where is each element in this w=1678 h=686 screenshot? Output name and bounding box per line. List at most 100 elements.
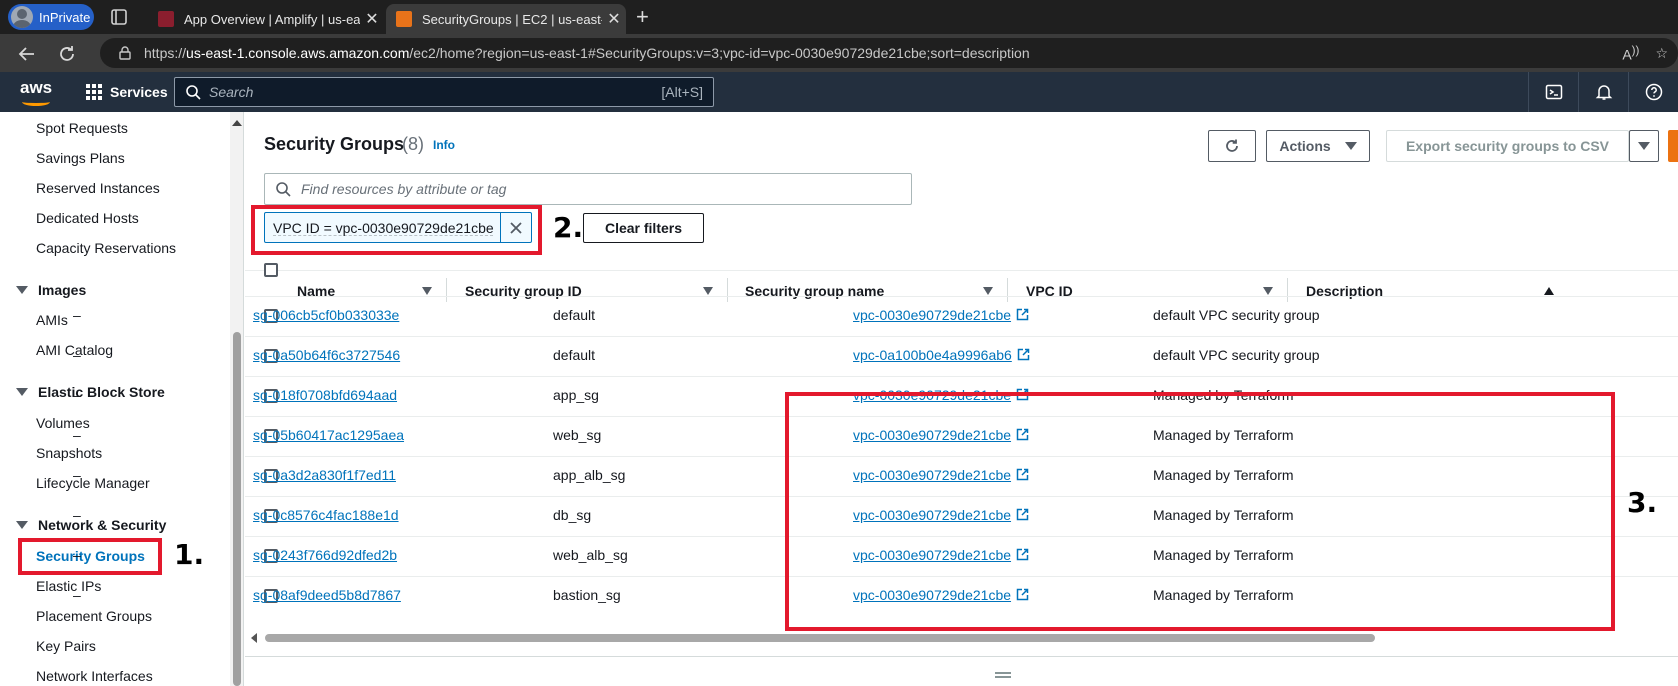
- sort-ascending-icon[interactable]: [1544, 287, 1554, 295]
- cell-vpc-id-link-text[interactable]: vpc-0030e90729de21cbe: [853, 307, 1011, 323]
- clear-filters-button[interactable]: Clear filters: [583, 213, 704, 243]
- back-icon[interactable]: [16, 43, 38, 65]
- sidebar-item-lifecycle-manager[interactable]: Lifecycle Manager: [36, 475, 150, 491]
- filter-input[interactable]: Find resources by attribute or tag: [264, 173, 912, 205]
- notifications-bell-icon[interactable]: [1578, 72, 1628, 112]
- services-menu[interactable]: Services: [86, 72, 168, 112]
- sidebar-item-amis[interactable]: AMIs: [36, 312, 68, 328]
- sidebar-section-images[interactable]: Images: [16, 282, 86, 298]
- cell-sg-id-link[interactable]: sg-018f0708bfd694aad: [253, 387, 397, 403]
- column-divider[interactable]: [727, 278, 728, 302]
- cell-vpc-id-link[interactable]: vpc-0030e90729de21cbe: [853, 307, 1029, 323]
- tab-actions-icon[interactable]: [108, 6, 130, 28]
- table-horizontal-scrollbar[interactable]: [245, 631, 1678, 645]
- external-link-icon[interactable]: [1016, 308, 1029, 321]
- sidebar-item-volumes[interactable]: Volumes: [36, 415, 90, 431]
- cell-sg-name-text: bastion_sg: [553, 587, 621, 603]
- sort-caret-icon[interactable]: [422, 287, 432, 295]
- read-aloud-icon[interactable]: A)): [1622, 44, 1639, 63]
- cell-sg-name: app_alb_sg: [553, 467, 625, 483]
- cell-vpc-id-link-text[interactable]: vpc-0a100b0e4a9996ab6: [853, 347, 1012, 363]
- sidebar-item-key-pairs[interactable]: Key Pairs: [36, 638, 96, 654]
- export-csv-button[interactable]: Export security groups to CSV: [1386, 130, 1629, 162]
- cell-sg-id-link-text[interactable]: sg-05b60417ac1295aea: [253, 427, 404, 443]
- cell-sg-id-link-text[interactable]: sg-0a3d2a830f1f7ed11: [253, 467, 396, 483]
- column-divider[interactable]: [1007, 278, 1008, 302]
- sidebar-item-capacity-reservations[interactable]: Capacity Reservations: [36, 240, 176, 256]
- sort-caret-icon[interactable]: [703, 287, 713, 295]
- cell-sg-id-link[interactable]: sg-0a3d2a830f1f7ed11: [253, 467, 396, 483]
- cell-vpc-id-link[interactable]: vpc-0a100b0e4a9996ab6: [853, 347, 1030, 363]
- external-link-icon[interactable]: [1017, 348, 1030, 361]
- scroll-up-icon[interactable]: [232, 120, 242, 126]
- url-field[interactable]: https://us-east-1.console.aws.amazon.com…: [100, 38, 1678, 68]
- cell-sg-id-link-text[interactable]: sg-0c8576c4fac188e1d: [253, 507, 399, 523]
- sidebar-scrollbar[interactable]: [230, 112, 243, 686]
- sidebar-item-elastic-ips[interactable]: Elastic IPs: [36, 578, 101, 594]
- cell-sg-id-link-text[interactable]: sg-018f0708bfd694aad: [253, 387, 397, 403]
- section-title: Elastic Block Store: [38, 384, 165, 400]
- help-icon[interactable]: [1628, 72, 1678, 112]
- column-header-vpc-id[interactable]: VPC ID: [1026, 280, 1073, 302]
- cell-sg-id-link[interactable]: sg-05b60417ac1295aea: [253, 427, 404, 443]
- sidebar-item-savings-plans[interactable]: Savings Plans: [36, 150, 125, 166]
- cell-sg-name-text: web_alb_sg: [553, 547, 628, 563]
- cell-description: default VPC security group: [1153, 307, 1320, 323]
- scroll-left-icon[interactable]: [251, 633, 257, 643]
- sidebar-item-dedicated-hosts[interactable]: Dedicated Hosts: [36, 210, 139, 226]
- info-link[interactable]: Info: [433, 138, 455, 152]
- column-header-sg-id[interactable]: Security group ID: [465, 280, 582, 302]
- export-label: Export security groups to CSV: [1405, 138, 1610, 154]
- inprivate-badge[interactable]: InPrivate: [8, 4, 94, 30]
- cloudshell-icon[interactable]: [1528, 72, 1578, 112]
- cell-name-text: –: [73, 387, 81, 403]
- scrollbar-thumb[interactable]: [265, 634, 1375, 642]
- cell-sg-id-link-text[interactable]: sg-0a50b64f6c3727546: [253, 347, 400, 363]
- cell-sg-id-link[interactable]: sg-006cb5cf0b033033e: [253, 307, 399, 323]
- close-tab-icon[interactable]: ✕: [360, 9, 384, 29]
- cell-sg-id-link-text[interactable]: sg-0243f766d92dfed2b: [253, 547, 397, 563]
- cell-description-text: default VPC security group: [1153, 307, 1320, 323]
- caret-down-icon: [1344, 142, 1357, 150]
- scrollbar-thumb[interactable]: [233, 332, 241, 686]
- tab-amplify[interactable]: App Overview | Amplify | us-east ✕: [148, 4, 384, 34]
- select-all-checkbox[interactable]: [264, 263, 278, 277]
- aws-logo-text: aws: [20, 78, 53, 97]
- sidebar-item-placement-groups[interactable]: Placement Groups: [36, 608, 152, 624]
- column-header-description[interactable]: Description: [1306, 280, 1383, 302]
- export-dropdown-button[interactable]: [1629, 130, 1659, 162]
- search-input[interactable]: Search [Alt+S]: [174, 77, 714, 107]
- column-divider[interactable]: [446, 278, 447, 302]
- column-header-sg-name[interactable]: Security group name: [745, 280, 884, 302]
- tab-security-groups[interactable]: SecurityGroups | EC2 | us-east-1 ✕: [386, 4, 626, 34]
- cell-sg-id-link[interactable]: sg-0c8576c4fac188e1d: [253, 507, 399, 523]
- new-tab-icon[interactable]: +: [636, 4, 649, 30]
- favorite-star-icon[interactable]: ☆: [1655, 45, 1668, 62]
- cell-name: –: [73, 387, 81, 403]
- refresh-button[interactable]: [1208, 130, 1256, 162]
- cell-sg-id-link-text[interactable]: sg-08af9deed5b8d7867: [253, 587, 401, 603]
- sidebar-item-spot-requests[interactable]: Spot Requests: [36, 120, 128, 136]
- aws-smile-icon: [22, 98, 50, 106]
- cell-sg-id-link[interactable]: sg-08af9deed5b8d7867: [253, 587, 401, 603]
- cell-name: –: [73, 427, 81, 443]
- browser-tab-bar: InPrivate App Overview | Amplify | us-ea…: [0, 0, 1678, 34]
- sidebar-item-reserved-instances[interactable]: Reserved Instances: [36, 180, 160, 196]
- close-tab-icon[interactable]: ✕: [602, 9, 626, 29]
- column-header-name[interactable]: Name: [297, 280, 335, 302]
- cell-sg-id-link[interactable]: sg-0a50b64f6c3727546: [253, 347, 400, 363]
- resize-handle-icon[interactable]: [995, 672, 1011, 678]
- actions-button[interactable]: Actions: [1266, 130, 1370, 162]
- sidebar-item-snapshots[interactable]: Snapshots: [36, 445, 102, 461]
- aws-logo[interactable]: aws: [20, 78, 53, 106]
- refresh-icon[interactable]: [56, 43, 78, 65]
- launch-button-edge[interactable]: [1668, 130, 1678, 162]
- sort-caret-icon[interactable]: [1263, 287, 1273, 295]
- sidebar-item-network-interfaces[interactable]: Network Interfaces: [36, 668, 153, 684]
- sidebar-section-network-security[interactable]: Network & Security: [16, 517, 166, 533]
- cell-sg-id-link[interactable]: sg-0243f766d92dfed2b: [253, 547, 397, 563]
- cell-sg-id-link-text[interactable]: sg-006cb5cf0b033033e: [253, 307, 399, 323]
- sort-caret-icon[interactable]: [983, 287, 993, 295]
- column-divider[interactable]: [1287, 278, 1288, 302]
- sidebar-section-elastic-block-store[interactable]: Elastic Block Store: [16, 384, 165, 400]
